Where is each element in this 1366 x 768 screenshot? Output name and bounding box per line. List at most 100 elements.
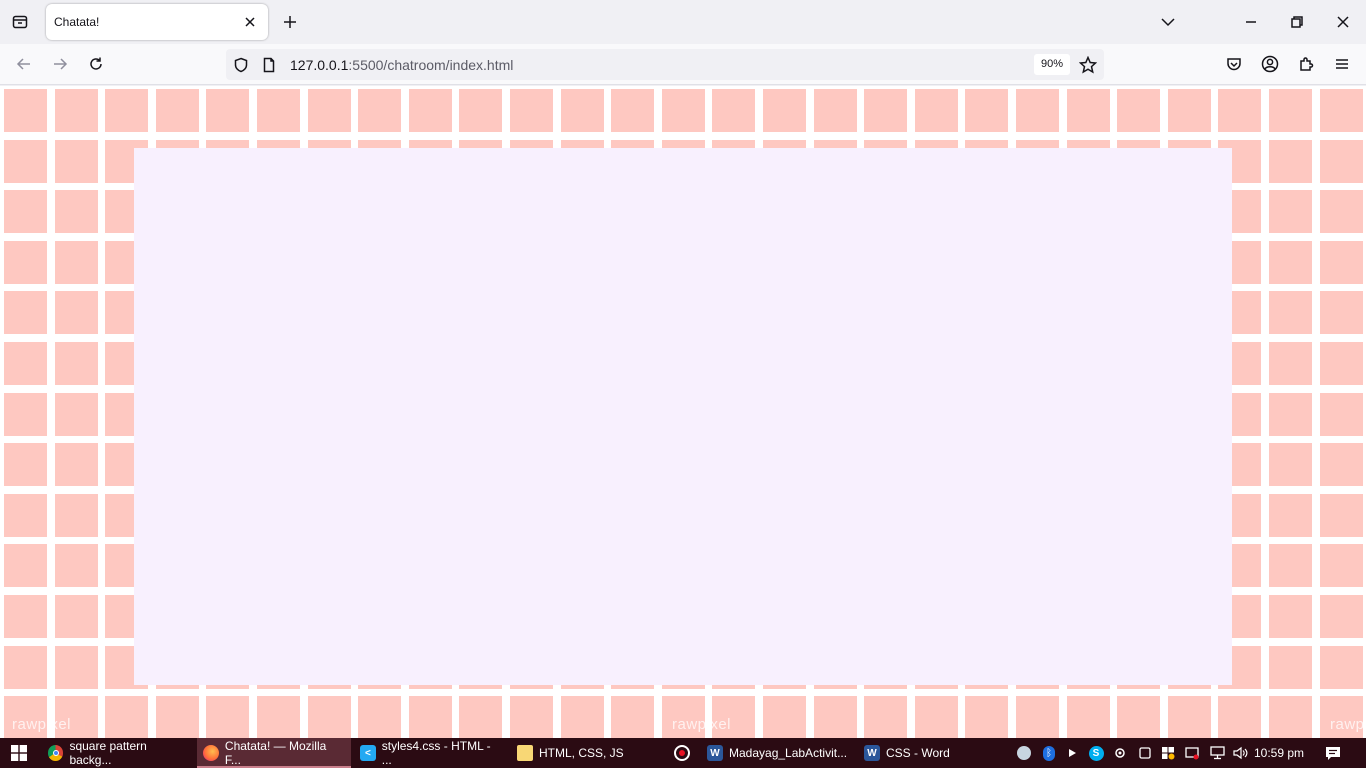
taskbar-item-recorder[interactable]	[668, 738, 698, 768]
pattern-square	[1269, 291, 1312, 335]
bookmark-button[interactable]	[1074, 51, 1102, 78]
pattern-square	[763, 89, 806, 132]
windows-taskbar: square pattern backg... Chatata! — Mozil…	[0, 738, 1366, 768]
bluetooth-icon: ᛒ	[1043, 745, 1055, 761]
taskbar-item-word-lab[interactable]: W Madayag_LabActivit...	[701, 738, 855, 768]
new-tab-button[interactable]	[276, 8, 304, 36]
url-host: 127.0.0.1	[290, 56, 349, 73]
notification-icon	[1326, 746, 1340, 760]
pattern-square	[257, 696, 300, 738]
pattern-square	[54, 291, 98, 335]
taskbar-item-label: Madayag_LabActivit...	[729, 746, 848, 760]
pattern-square	[1269, 696, 1312, 738]
pattern-square	[510, 89, 553, 132]
watermark-text: rawpixel	[1330, 716, 1366, 733]
pattern-square	[864, 696, 908, 738]
site-info-button[interactable]	[256, 52, 282, 78]
pattern-square	[1117, 89, 1161, 132]
windows-logo-icon	[11, 745, 27, 761]
zoom-reset-button[interactable]: 90%	[1034, 54, 1071, 75]
pattern-square	[1066, 696, 1110, 738]
taskbar-item-file-explorer[interactable]: HTML, CSS, JS	[511, 738, 665, 768]
volume-tray-button[interactable]	[1228, 738, 1252, 768]
pattern-square	[1066, 89, 1110, 132]
pattern-square	[1016, 696, 1059, 738]
pocket-button[interactable]	[1220, 50, 1248, 78]
taskbar-item-word-css[interactable]: W CSS - Word	[858, 738, 1006, 768]
tracking-protection-button[interactable]	[228, 52, 254, 78]
windows-security-icon	[1162, 747, 1175, 760]
pattern-square	[1269, 139, 1312, 183]
tab-chatata[interactable]: Chatata!	[46, 4, 268, 40]
list-all-tabs-button[interactable]	[1154, 8, 1182, 36]
firefox-view-button[interactable]	[6, 8, 34, 36]
account-button[interactable]	[1256, 50, 1284, 78]
taskbar-clock[interactable]: 10:59 pm	[1254, 738, 1304, 768]
pocket-icon	[1227, 58, 1241, 71]
device-tray-button[interactable]	[1133, 738, 1157, 768]
pattern-square	[1319, 544, 1363, 588]
pattern-square	[1269, 240, 1312, 284]
pattern-square	[611, 89, 655, 132]
pattern-square	[712, 89, 756, 132]
pattern-square	[4, 139, 47, 183]
taskbar-item-firefox[interactable]: Chatata! — Mozilla F...	[197, 738, 351, 768]
taskbar-item-chrome[interactable]: square pattern backg...	[42, 738, 194, 768]
pattern-square	[763, 696, 806, 738]
pattern-square	[1319, 645, 1363, 689]
pattern-square	[54, 139, 98, 183]
app-menu-button[interactable]	[1328, 50, 1356, 78]
pattern-square	[1269, 493, 1312, 537]
tab-close-button[interactable]	[240, 12, 260, 32]
media-tray-button[interactable]	[1060, 738, 1084, 768]
taskbar-item-vscode[interactable]: < styles4.css - HTML - ...	[354, 738, 508, 768]
back-button[interactable]	[10, 50, 38, 78]
pattern-square	[54, 89, 98, 132]
steam-tray-button[interactable]	[1012, 738, 1036, 768]
start-button[interactable]	[0, 738, 38, 768]
minimize-button[interactable]	[1228, 0, 1274, 44]
pattern-square	[965, 89, 1009, 132]
speaker-icon	[1232, 746, 1247, 760]
star-icon	[1079, 55, 1097, 74]
pattern-square	[1218, 89, 1262, 132]
steam-icon	[1017, 746, 1031, 760]
bluetooth-tray-button[interactable]: ᛒ	[1037, 738, 1061, 768]
url-text[interactable]: 127.0.0.1:5500/chatroom/index.html	[290, 57, 513, 73]
taskbar-item-label: CSS - Word	[886, 746, 950, 760]
pattern-square	[4, 595, 47, 638]
extensions-button[interactable]	[1292, 50, 1320, 78]
pattern-square	[1319, 493, 1363, 537]
action-center-button[interactable]	[1320, 738, 1346, 768]
pattern-square	[965, 696, 1009, 738]
forward-button[interactable]	[46, 50, 74, 78]
network-icon	[1209, 746, 1225, 760]
pattern-square	[459, 89, 503, 132]
url-bar[interactable]: 127.0.0.1:5500/chatroom/index.html 90%	[226, 49, 1104, 80]
close-window-button[interactable]	[1320, 0, 1366, 44]
account-icon	[1261, 55, 1279, 73]
pattern-square	[155, 696, 199, 738]
word-icon: W	[707, 745, 723, 761]
skype-tray-button[interactable]: S	[1084, 738, 1108, 768]
notification-area-button[interactable]	[1180, 738, 1204, 768]
close-icon	[1337, 16, 1349, 28]
pattern-square	[813, 89, 857, 132]
tab-title: Chatata!	[54, 15, 100, 29]
reload-button[interactable]	[82, 50, 110, 78]
pattern-square	[307, 696, 351, 738]
pattern-square	[1269, 190, 1312, 234]
pattern-square	[54, 645, 98, 689]
navigation-toolbar: 127.0.0.1:5500/chatroom/index.html 90%	[0, 44, 1366, 85]
network-tray-button[interactable]	[1205, 738, 1229, 768]
pattern-square	[661, 89, 705, 132]
page-icon	[263, 57, 275, 72]
security-tray-button[interactable]	[1156, 738, 1180, 768]
network-activity-tray-button[interactable]	[1108, 738, 1132, 768]
restore-button[interactable]	[1274, 0, 1320, 44]
pattern-square	[54, 342, 98, 385]
word-icon: W	[864, 745, 880, 761]
taskbar-item-label: HTML, CSS, JS	[539, 746, 624, 760]
url-path: :5500/chatroom/index.html	[348, 56, 514, 73]
pattern-square	[1319, 595, 1363, 638]
